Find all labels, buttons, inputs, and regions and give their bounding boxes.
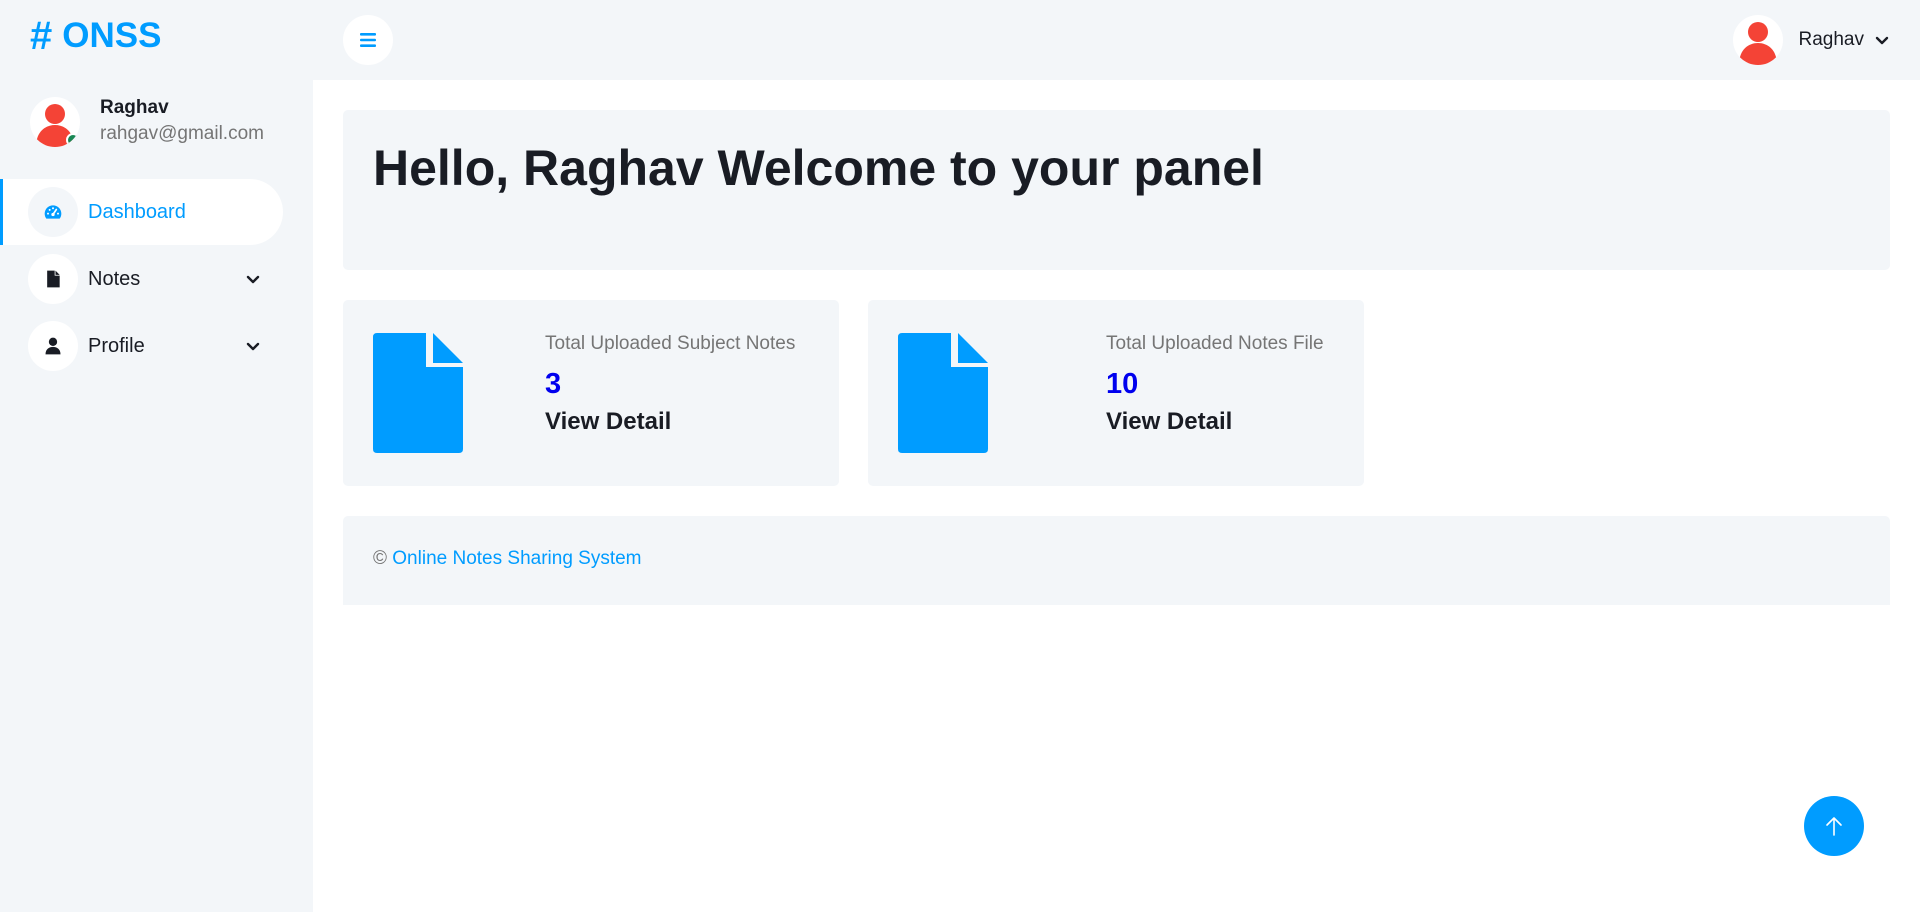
brand-logo[interactable]: # ONSS xyxy=(30,14,161,58)
avatar xyxy=(30,97,80,147)
footer: © Online Notes Sharing System xyxy=(343,516,1890,605)
file-icon xyxy=(373,333,463,453)
file-icon xyxy=(898,333,988,453)
arrow-up-icon xyxy=(1826,817,1842,836)
sidebar-item-label: Dashboard xyxy=(88,200,186,223)
card-value: 10 xyxy=(1106,368,1139,400)
topbar: Raghav xyxy=(313,0,1920,80)
chevron-down-icon xyxy=(1875,36,1889,45)
card-title: Total Uploaded Notes File xyxy=(1106,333,1324,354)
notes-file-card: Total Uploaded Notes File 10 View Detail xyxy=(868,300,1364,486)
copyright-symbol: © xyxy=(373,548,387,569)
app: # ONSS Raghav rahgav@gmail.com Dashboard… xyxy=(0,0,1920,912)
file-icon xyxy=(28,254,78,304)
tachometer-icon xyxy=(28,187,78,237)
brand-text: ONSS xyxy=(62,16,162,55)
sidebar-user: Raghav rahgav@gmail.com xyxy=(30,96,264,148)
page-title: Hello, Raghav Welcome to your panel xyxy=(373,140,1264,196)
sidebar-item-label: Notes xyxy=(88,267,141,290)
sidebar-item-notes[interactable]: Notes xyxy=(0,246,283,312)
sidebar-nav: Dashboard Notes Profile xyxy=(0,179,283,380)
user-menu-dropdown[interactable]: Raghav xyxy=(1732,15,1891,65)
user-avatar-icon xyxy=(1738,22,1777,65)
card-title: Total Uploaded Subject Notes xyxy=(545,333,796,354)
sidebar-item-profile[interactable]: Profile xyxy=(0,313,283,379)
footer-link[interactable]: Online Notes Sharing System xyxy=(392,548,641,569)
card-value: 3 xyxy=(545,368,562,400)
sidebar: # ONSS Raghav rahgav@gmail.com Dashboard… xyxy=(0,0,313,912)
sidebar-user-name: Raghav xyxy=(100,97,169,118)
sidebar-toggle-button[interactable] xyxy=(343,15,393,65)
welcome-panel: Hello, Raghav Welcome to your panel xyxy=(343,110,1890,270)
view-detail-link[interactable]: View Detail xyxy=(1106,406,1324,438)
avatar xyxy=(1732,15,1783,65)
chevron-down-icon xyxy=(246,342,260,351)
user-icon xyxy=(28,321,78,371)
hashtag-icon: # xyxy=(30,13,53,58)
sidebar-item-dashboard[interactable]: Dashboard xyxy=(0,179,283,245)
sidebar-item-label: Profile xyxy=(88,334,145,357)
subject-notes-card: Total Uploaded Subject Notes 3 View Deta… xyxy=(343,300,839,486)
back-to-top-button[interactable] xyxy=(1804,796,1864,856)
bars-icon xyxy=(360,33,376,47)
topbar-user-name: Raghav xyxy=(1798,29,1865,50)
chevron-down-icon xyxy=(246,275,260,284)
online-status-dot xyxy=(66,133,80,147)
view-detail-link[interactable]: View Detail xyxy=(545,406,795,438)
sidebar-user-email: rahgav@gmail.com xyxy=(100,123,264,144)
